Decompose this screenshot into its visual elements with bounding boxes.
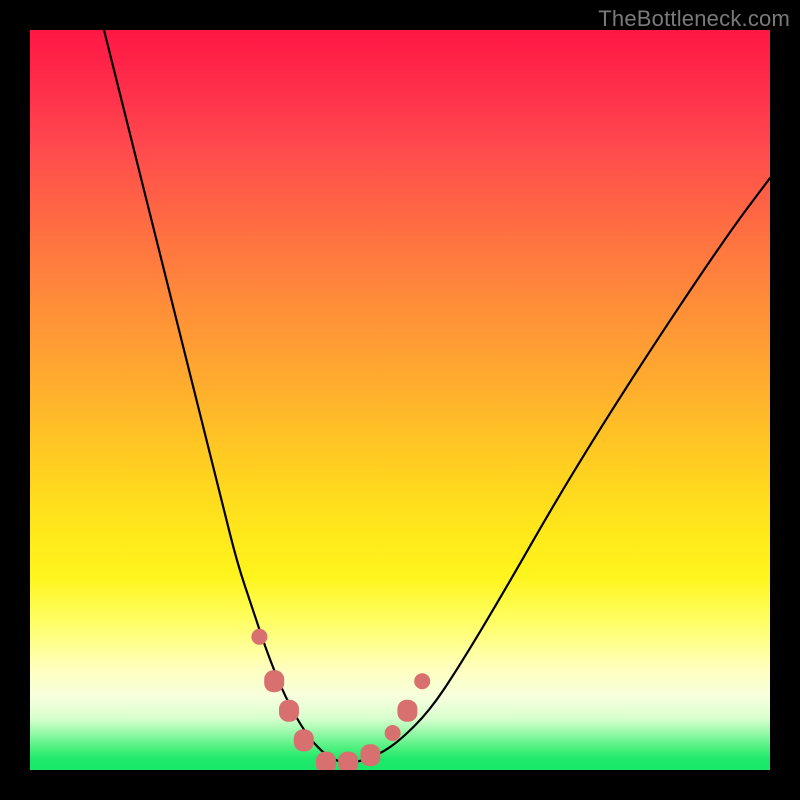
marker-blob: [279, 700, 299, 722]
bottleneck-curve: [104, 30, 770, 763]
watermark-text: TheBottleneck.com: [598, 6, 790, 32]
marker-dot: [414, 673, 430, 689]
marker-blob: [294, 729, 314, 751]
chart-frame: TheBottleneck.com: [0, 0, 800, 800]
curve-svg: [30, 30, 770, 770]
marker-blob: [316, 752, 336, 770]
marker-blob: [264, 670, 284, 692]
highlight-markers: [251, 629, 430, 770]
plot-area: [30, 30, 770, 770]
marker-blob: [360, 744, 380, 766]
marker-dot: [385, 725, 401, 741]
marker-dot: [251, 629, 267, 645]
marker-blob: [338, 752, 358, 770]
marker-blob: [397, 700, 417, 722]
